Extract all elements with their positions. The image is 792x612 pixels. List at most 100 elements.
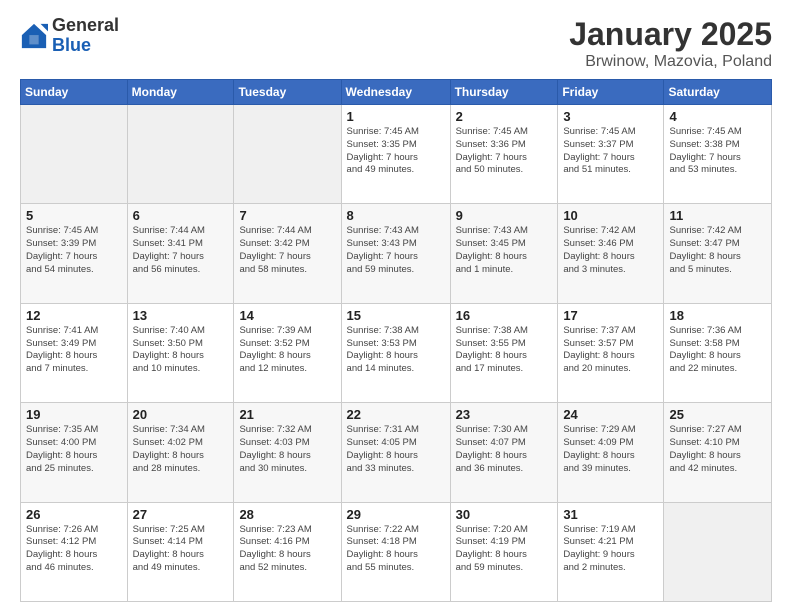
day-info: Sunrise: 7:42 AM Sunset: 3:47 PM Dayligh… bbox=[669, 225, 766, 276]
day-number: 26 bbox=[26, 507, 122, 522]
day-number: 22 bbox=[347, 407, 445, 422]
day-number: 12 bbox=[26, 308, 122, 323]
day-info: Sunrise: 7:44 AM Sunset: 3:41 PM Dayligh… bbox=[133, 225, 229, 276]
day-number: 18 bbox=[669, 308, 766, 323]
day-number: 17 bbox=[563, 308, 658, 323]
day-number: 11 bbox=[669, 208, 766, 223]
calendar-cell bbox=[21, 105, 128, 204]
calendar-cell bbox=[127, 105, 234, 204]
day-info: Sunrise: 7:45 AM Sunset: 3:35 PM Dayligh… bbox=[347, 126, 445, 177]
calendar-header-wednesday: Wednesday bbox=[341, 80, 450, 105]
day-number: 25 bbox=[669, 407, 766, 422]
calendar-cell: 5 Sunrise: 7:45 AM Sunset: 3:39 PM Daylig… bbox=[21, 204, 128, 303]
calendar-cell: 18 Sunrise: 7:36 AM Sunset: 3:58 PM Dayli… bbox=[664, 303, 772, 402]
day-number: 19 bbox=[26, 407, 122, 422]
page: General Blue January 2025 Brwinow, Mazov… bbox=[0, 0, 792, 612]
day-number: 21 bbox=[239, 407, 335, 422]
calendar-cell: 11 Sunrise: 7:42 AM Sunset: 3:47 PM Dayli… bbox=[664, 204, 772, 303]
logo-general: General bbox=[52, 16, 119, 36]
day-info: Sunrise: 7:37 AM Sunset: 3:57 PM Dayligh… bbox=[563, 325, 658, 376]
day-info: Sunrise: 7:39 AM Sunset: 3:52 PM Dayligh… bbox=[239, 325, 335, 376]
calendar-cell: 17 Sunrise: 7:37 AM Sunset: 3:57 PM Dayli… bbox=[558, 303, 664, 402]
day-number: 31 bbox=[563, 507, 658, 522]
calendar-header-row: SundayMondayTuesdayWednesdayThursdayFrid… bbox=[21, 80, 772, 105]
logo: General Blue bbox=[20, 16, 119, 56]
day-info: Sunrise: 7:29 AM Sunset: 4:09 PM Dayligh… bbox=[563, 424, 658, 475]
calendar-cell: 7 Sunrise: 7:44 AM Sunset: 3:42 PM Daylig… bbox=[234, 204, 341, 303]
day-info: Sunrise: 7:32 AM Sunset: 4:03 PM Dayligh… bbox=[239, 424, 335, 475]
day-info: Sunrise: 7:43 AM Sunset: 3:45 PM Dayligh… bbox=[456, 225, 553, 276]
calendar-cell: 8Sunrise: 7:43 AM Sunset: 3:43 PM Daylig… bbox=[341, 204, 450, 303]
calendar-cell: 30Sunrise: 7:20 AM Sunset: 4:19 PM Dayli… bbox=[450, 502, 558, 601]
day-info: Sunrise: 7:40 AM Sunset: 3:50 PM Dayligh… bbox=[133, 325, 229, 376]
calendar-cell: 10Sunrise: 7:42 AM Sunset: 3:46 PM Dayli… bbox=[558, 204, 664, 303]
calendar-header-tuesday: Tuesday bbox=[234, 80, 341, 105]
day-info: Sunrise: 7:38 AM Sunset: 3:53 PM Dayligh… bbox=[347, 325, 445, 376]
calendar-cell: 12 Sunrise: 7:41 AM Sunset: 3:49 PM Dayli… bbox=[21, 303, 128, 402]
calendar-cell: 20Sunrise: 7:34 AM Sunset: 4:02 PM Dayli… bbox=[127, 403, 234, 502]
day-number: 3 bbox=[563, 109, 658, 124]
calendar-table: SundayMondayTuesdayWednesdayThursdayFrid… bbox=[20, 79, 772, 602]
calendar-cell: 1Sunrise: 7:45 AM Sunset: 3:35 PM Daylig… bbox=[341, 105, 450, 204]
calendar-cell: 22Sunrise: 7:31 AM Sunset: 4:05 PM Dayli… bbox=[341, 403, 450, 502]
day-number: 5 bbox=[26, 208, 122, 223]
calendar-cell: 4Sunrise: 7:45 AM Sunset: 3:38 PM Daylig… bbox=[664, 105, 772, 204]
calendar-week-3: 12 Sunrise: 7:41 AM Sunset: 3:49 PM Dayli… bbox=[21, 303, 772, 402]
day-number: 20 bbox=[133, 407, 229, 422]
day-info: Sunrise: 7:45 AM Sunset: 3:39 PM Dayligh… bbox=[26, 225, 122, 276]
calendar-cell: 16 Sunrise: 7:38 AM Sunset: 3:55 PM Dayli… bbox=[450, 303, 558, 402]
calendar-cell bbox=[664, 502, 772, 601]
logo-icon bbox=[20, 22, 48, 50]
day-info: Sunrise: 7:26 AM Sunset: 4:12 PM Dayligh… bbox=[26, 524, 122, 575]
calendar-cell: 25 Sunrise: 7:27 AM Sunset: 4:10 PM Dayli… bbox=[664, 403, 772, 502]
day-info: Sunrise: 7:36 AM Sunset: 3:58 PM Dayligh… bbox=[669, 325, 766, 376]
logo-text: General Blue bbox=[52, 16, 119, 56]
calendar-cell: 19Sunrise: 7:35 AM Sunset: 4:00 PM Dayli… bbox=[21, 403, 128, 502]
calendar-cell: 31 Sunrise: 7:19 AM Sunset: 4:21 PM Dayli… bbox=[558, 502, 664, 601]
day-number: 24 bbox=[563, 407, 658, 422]
day-number: 27 bbox=[133, 507, 229, 522]
day-number: 14 bbox=[239, 308, 335, 323]
header: General Blue January 2025 Brwinow, Mazov… bbox=[20, 16, 772, 71]
day-number: 9 bbox=[456, 208, 553, 223]
calendar-header-monday: Monday bbox=[127, 80, 234, 105]
day-info: Sunrise: 7:43 AM Sunset: 3:43 PM Dayligh… bbox=[347, 225, 445, 276]
day-info: Sunrise: 7:30 AM Sunset: 4:07 PM Dayligh… bbox=[456, 424, 553, 475]
day-info: Sunrise: 7:42 AM Sunset: 3:46 PM Dayligh… bbox=[563, 225, 658, 276]
calendar-cell: 14 Sunrise: 7:39 AM Sunset: 3:52 PM Dayli… bbox=[234, 303, 341, 402]
calendar-cell: 2Sunrise: 7:45 AM Sunset: 3:36 PM Daylig… bbox=[450, 105, 558, 204]
logo-blue: Blue bbox=[52, 36, 119, 56]
calendar-cell: 21 Sunrise: 7:32 AM Sunset: 4:03 PM Dayli… bbox=[234, 403, 341, 502]
day-info: Sunrise: 7:27 AM Sunset: 4:10 PM Dayligh… bbox=[669, 424, 766, 475]
calendar-header-sunday: Sunday bbox=[21, 80, 128, 105]
calendar-header-thursday: Thursday bbox=[450, 80, 558, 105]
day-number: 2 bbox=[456, 109, 553, 124]
day-number: 13 bbox=[133, 308, 229, 323]
day-number: 15 bbox=[347, 308, 445, 323]
calendar-header-friday: Friday bbox=[558, 80, 664, 105]
day-info: Sunrise: 7:41 AM Sunset: 3:49 PM Dayligh… bbox=[26, 325, 122, 376]
day-number: 7 bbox=[239, 208, 335, 223]
calendar-week-4: 19Sunrise: 7:35 AM Sunset: 4:00 PM Dayli… bbox=[21, 403, 772, 502]
day-number: 16 bbox=[456, 308, 553, 323]
calendar-cell: 24 Sunrise: 7:29 AM Sunset: 4:09 PM Dayli… bbox=[558, 403, 664, 502]
calendar-cell: 23 Sunrise: 7:30 AM Sunset: 4:07 PM Dayli… bbox=[450, 403, 558, 502]
page-subtitle: Brwinow, Mazovia, Poland bbox=[569, 53, 772, 71]
calendar-cell: 15 Sunrise: 7:38 AM Sunset: 3:53 PM Dayli… bbox=[341, 303, 450, 402]
day-info: Sunrise: 7:44 AM Sunset: 3:42 PM Dayligh… bbox=[239, 225, 335, 276]
day-number: 28 bbox=[239, 507, 335, 522]
calendar-week-2: 5 Sunrise: 7:45 AM Sunset: 3:39 PM Daylig… bbox=[21, 204, 772, 303]
day-info: Sunrise: 7:22 AM Sunset: 4:18 PM Dayligh… bbox=[347, 524, 445, 575]
calendar-cell: 9 Sunrise: 7:43 AM Sunset: 3:45 PM Daylig… bbox=[450, 204, 558, 303]
calendar-header-saturday: Saturday bbox=[664, 80, 772, 105]
day-number: 4 bbox=[669, 109, 766, 124]
day-info: Sunrise: 7:19 AM Sunset: 4:21 PM Dayligh… bbox=[563, 524, 658, 575]
calendar-cell: 6Sunrise: 7:44 AM Sunset: 3:41 PM Daylig… bbox=[127, 204, 234, 303]
day-number: 23 bbox=[456, 407, 553, 422]
day-info: Sunrise: 7:38 AM Sunset: 3:55 PM Dayligh… bbox=[456, 325, 553, 376]
calendar-cell: 26 Sunrise: 7:26 AM Sunset: 4:12 PM Dayli… bbox=[21, 502, 128, 601]
calendar-cell: 3Sunrise: 7:45 AM Sunset: 3:37 PM Daylig… bbox=[558, 105, 664, 204]
calendar-cell: 13 Sunrise: 7:40 AM Sunset: 3:50 PM Dayli… bbox=[127, 303, 234, 402]
calendar-cell bbox=[234, 105, 341, 204]
day-info: Sunrise: 7:20 AM Sunset: 4:19 PM Dayligh… bbox=[456, 524, 553, 575]
